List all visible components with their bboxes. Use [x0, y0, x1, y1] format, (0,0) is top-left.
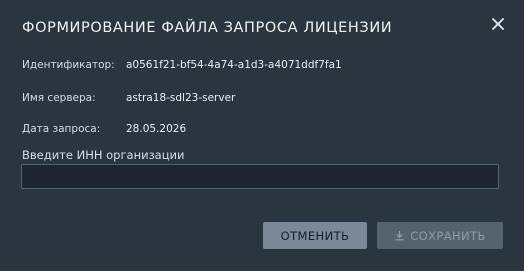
save-button-label: СОХРАНИТЬ	[410, 228, 486, 243]
license-request-dialog: ФОРМИРОВАНИЕ ФАЙЛА ЗАПРОСА ЛИЦЕНЗИИ Иден…	[0, 0, 524, 271]
dialog-title: ФОРМИРОВАНИЕ ФАЙЛА ЗАПРОСА ЛИЦЕНЗИИ	[22, 20, 393, 36]
cancel-button[interactable]: ОТМЕНИТЬ	[263, 222, 367, 249]
close-icon[interactable]	[488, 14, 508, 34]
date-value: 28.05.2026	[126, 123, 187, 135]
identifier-row: Идентификатор: a0561f21-bf54-4a74-a1d3-a4…	[22, 59, 342, 71]
save-button[interactable]: СОХРАНИТЬ	[377, 222, 503, 249]
inn-input[interactable]	[21, 164, 499, 189]
download-icon	[394, 230, 405, 241]
cancel-button-label: ОТМЕНИТЬ	[280, 228, 350, 243]
server-row: Имя сервера: astra18-sdl23-server	[22, 92, 235, 104]
identifier-value: a0561f21-bf54-4a74-a1d3-a4071ddf7fa1	[126, 59, 342, 71]
server-label: Имя сервера:	[22, 92, 96, 104]
identifier-label: Идентификатор:	[22, 59, 115, 71]
server-value: astra18-sdl23-server	[126, 92, 236, 104]
date-row: Дата запроса: 28.05.2026	[22, 123, 186, 135]
date-label: Дата запроса:	[22, 123, 101, 135]
inn-label: Введите ИНН организации	[22, 148, 185, 162]
